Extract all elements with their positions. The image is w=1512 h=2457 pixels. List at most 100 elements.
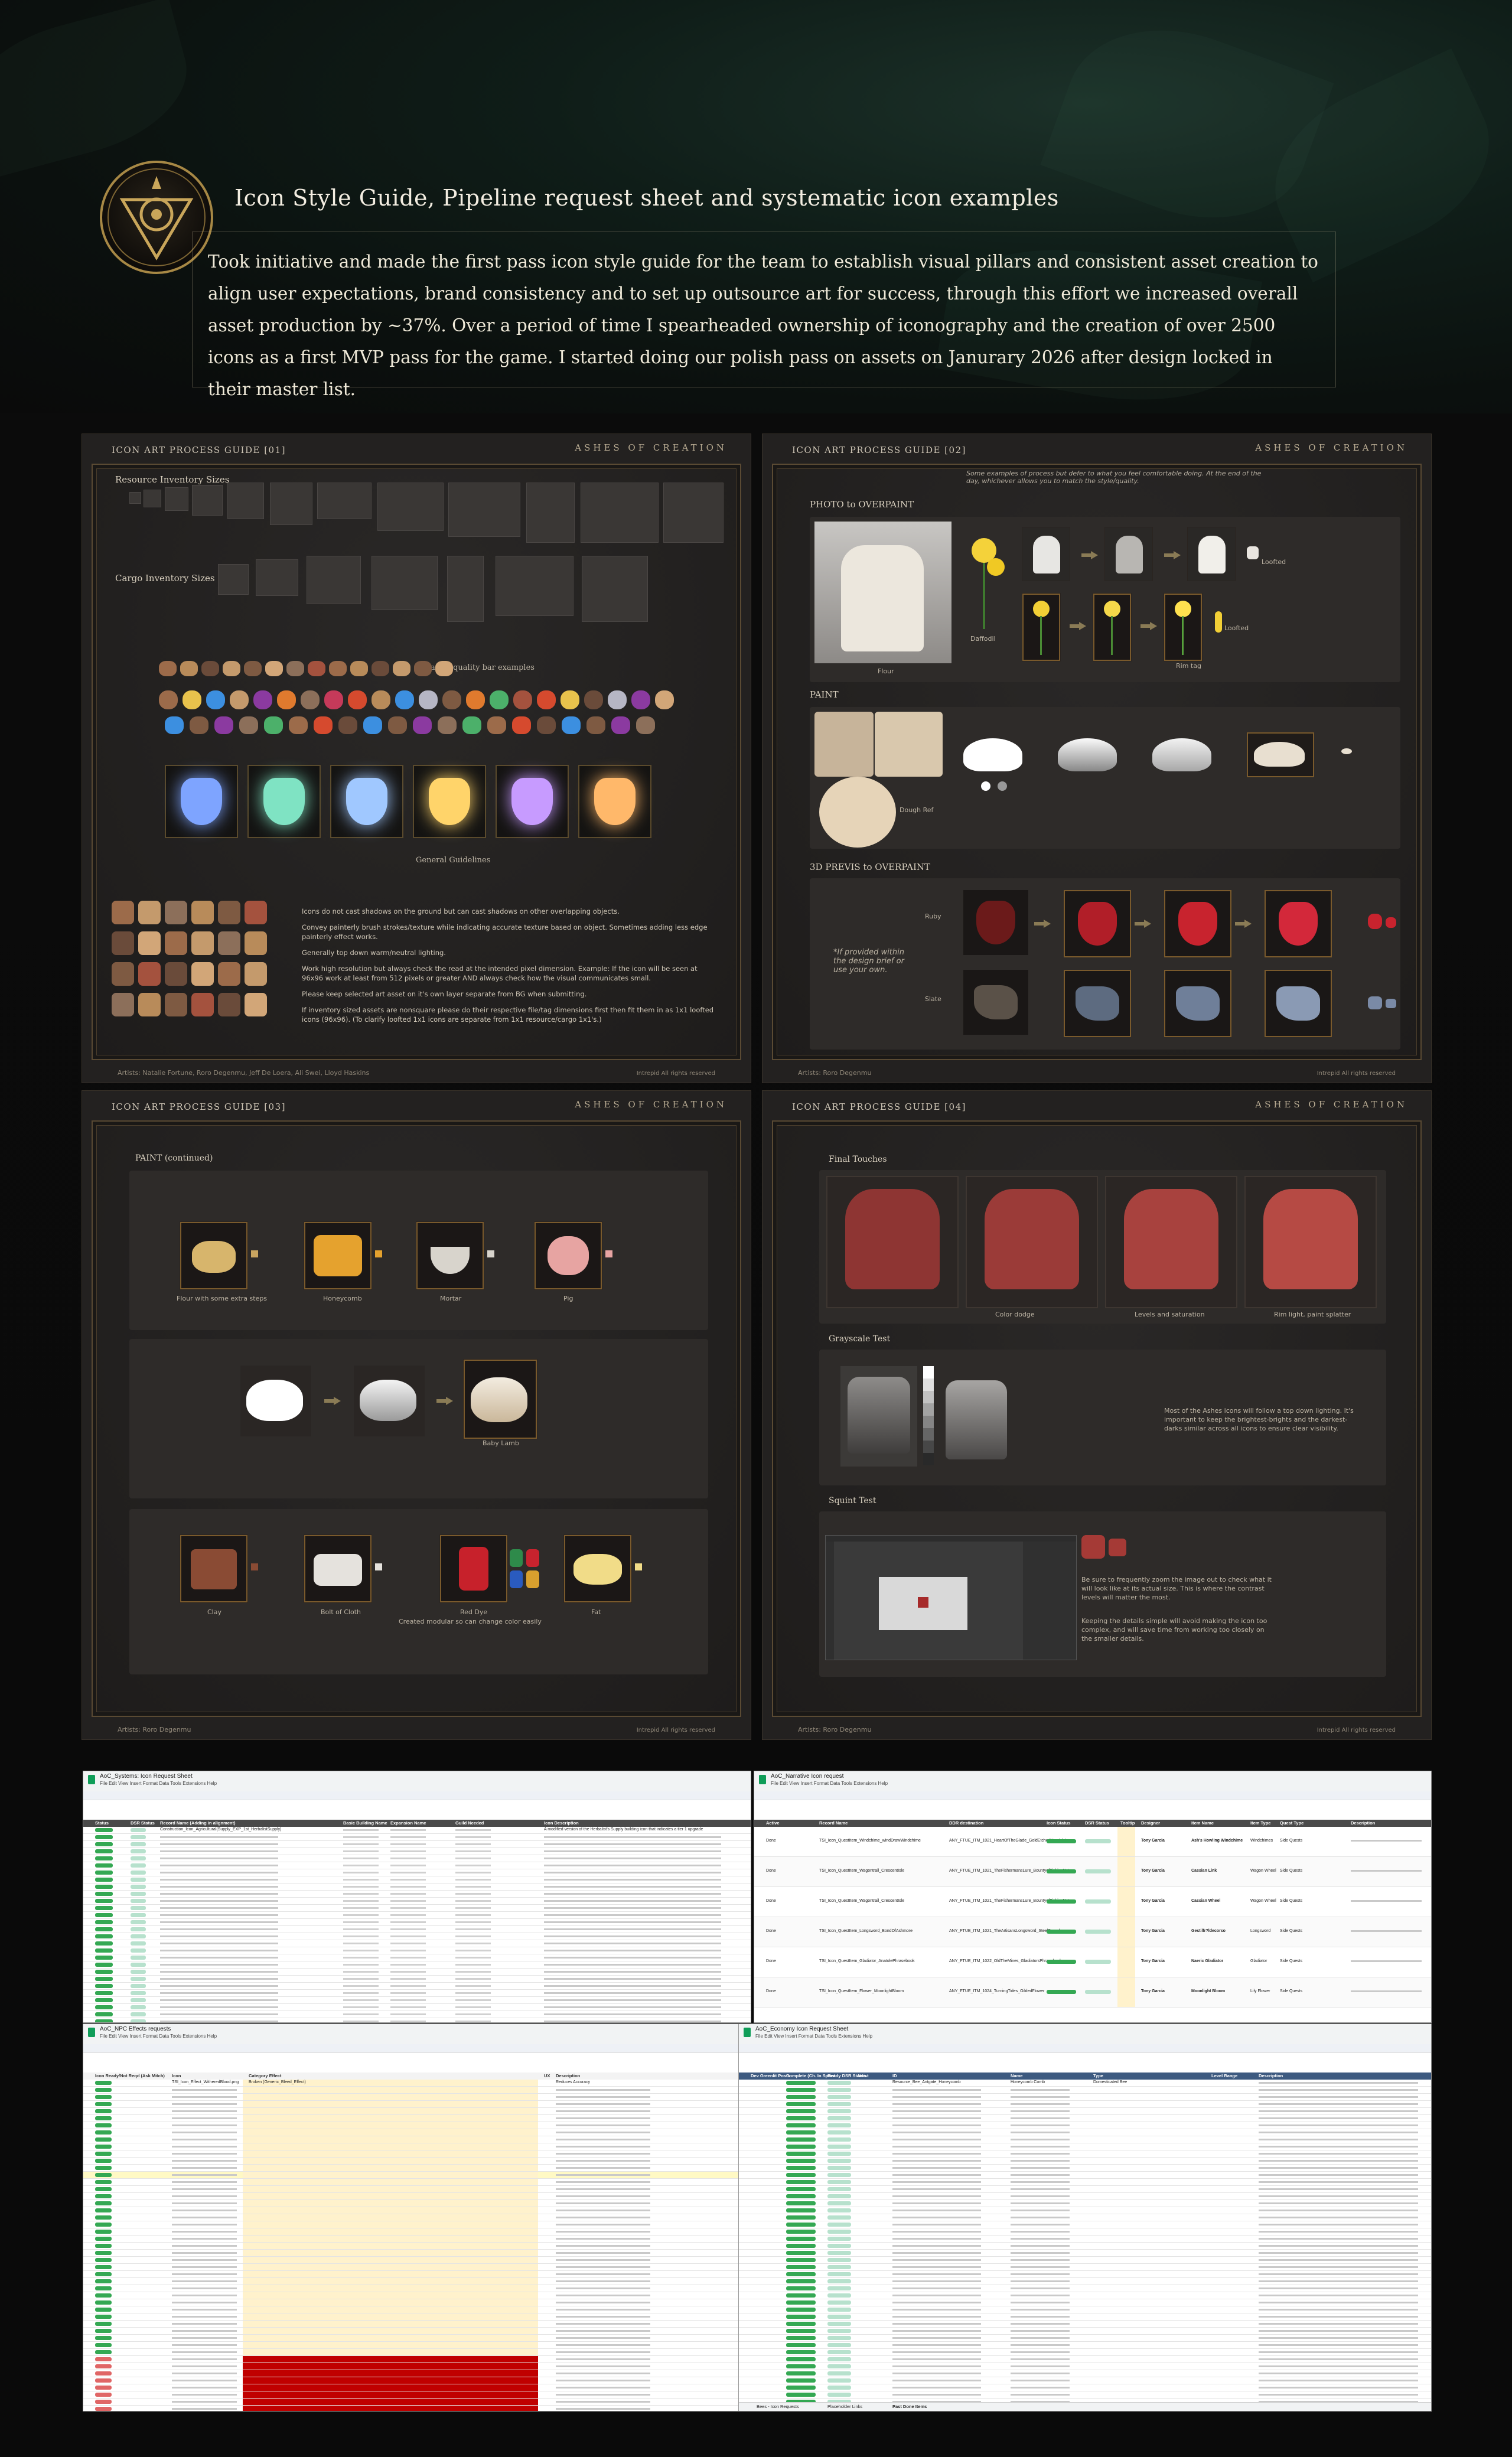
npc-effects-sheet[interactable]: AoC_NPC Effects requests File Edit View … [83, 2023, 751, 2412]
table-row[interactable] [739, 2228, 1431, 2236]
table-row[interactable] [83, 1876, 751, 1884]
table-row[interactable] [83, 1961, 751, 1969]
table-row[interactable] [83, 2150, 751, 2158]
table-row[interactable] [739, 2250, 1431, 2257]
table-row[interactable] [83, 1834, 751, 1841]
table-row[interactable] [739, 2306, 1431, 2313]
table-row[interactable] [83, 2165, 751, 2172]
table-row[interactable] [83, 2158, 751, 2165]
table-row[interactable] [83, 2370, 751, 2377]
table-row[interactable] [83, 2292, 751, 2299]
table-row[interactable] [739, 2108, 1431, 2115]
table-row[interactable] [83, 2136, 751, 2143]
table-row[interactable] [739, 2313, 1431, 2321]
sheet-title[interactable]: AoC_Narrative Icon request [771, 1773, 843, 1780]
table-row[interactable] [83, 2349, 751, 2356]
table-row[interactable] [739, 2299, 1431, 2306]
table-row[interactable] [83, 2264, 751, 2271]
table-row[interactable] [83, 2186, 751, 2193]
table-row[interactable] [83, 1954, 751, 1961]
table-row[interactable] [739, 2349, 1431, 2356]
table-row[interactable] [83, 2328, 751, 2335]
table-row[interactable]: Resource_Bee_Antgate_Honeycomb Honeycomb … [739, 2080, 1431, 2087]
table-row[interactable] [83, 2391, 751, 2399]
table-row[interactable] [83, 2087, 751, 2094]
table-row[interactable] [83, 2172, 751, 2179]
table-row[interactable] [739, 2129, 1431, 2136]
systems-request-sheet[interactable]: AoC_Systems: Icon Request Sheet File Edi… [83, 1771, 751, 2023]
table-row[interactable] [83, 2321, 751, 2328]
table-row[interactable] [83, 1933, 751, 1940]
table-row[interactable] [739, 2391, 1431, 2399]
table-row[interactable] [83, 1891, 751, 1898]
table-row[interactable]: Done TSI_Icon_QuestItem_Windchime_windDra… [754, 1827, 1431, 1857]
table-row[interactable] [739, 2193, 1431, 2200]
table-row[interactable] [83, 2243, 751, 2250]
table-row[interactable] [739, 2342, 1431, 2349]
formatting-toolbar[interactable] [739, 2044, 1431, 2053]
table-row[interactable] [83, 2228, 751, 2236]
table-row[interactable] [83, 1841, 751, 1848]
table-row[interactable] [83, 1990, 751, 1997]
table-row[interactable] [83, 2377, 751, 2384]
table-row[interactable] [739, 2150, 1431, 2158]
table-row[interactable] [739, 2377, 1431, 2384]
table-row[interactable] [739, 2328, 1431, 2335]
table-row[interactable] [83, 2018, 751, 2022]
table-row[interactable] [83, 1855, 751, 1862]
table-row[interactable] [739, 2278, 1431, 2285]
table-row[interactable] [83, 1926, 751, 1933]
sheet-menu[interactable]: File Edit View Insert Format Data Tools … [100, 1781, 217, 1786]
table-row[interactable] [739, 2243, 1431, 2250]
table-row[interactable] [83, 2207, 751, 2214]
table-row[interactable] [83, 2335, 751, 2342]
table-row[interactable] [83, 2399, 751, 2406]
table-row[interactable] [739, 2087, 1431, 2094]
sheet-menu[interactable]: File Edit View Insert Format Data Tools … [100, 2034, 217, 2039]
table-row[interactable] [83, 2129, 751, 2136]
table-row[interactable] [83, 2278, 751, 2285]
table-row[interactable] [83, 2306, 751, 2313]
table-row[interactable] [739, 2172, 1431, 2179]
table-row[interactable] [739, 2321, 1431, 2328]
table-row[interactable] [739, 2207, 1431, 2214]
table-row[interactable] [83, 2115, 751, 2122]
table-row[interactable] [83, 2143, 751, 2150]
sheet-title[interactable]: AoC_NPC Effects requests [100, 2026, 171, 2032]
table-row[interactable] [83, 1983, 751, 1990]
table-row[interactable] [739, 2143, 1431, 2150]
table-row[interactable] [739, 2335, 1431, 2342]
table-row[interactable] [739, 2271, 1431, 2278]
sheet-menu[interactable]: File Edit View Insert Format Data Tools … [771, 1781, 888, 1786]
table-row[interactable] [739, 2221, 1431, 2228]
table-row[interactable] [83, 2101, 751, 2108]
table-row[interactable] [83, 1947, 751, 1954]
table-row[interactable] [739, 2158, 1431, 2165]
table-row[interactable] [83, 1848, 751, 1855]
formatting-toolbar[interactable] [754, 1791, 1431, 1800]
sheet-tab[interactable]: Placeholder Links [827, 2404, 862, 2409]
table-row[interactable] [739, 2101, 1431, 2108]
table-row[interactable] [83, 1869, 751, 1876]
table-row[interactable] [739, 2186, 1431, 2193]
table-row[interactable] [739, 2370, 1431, 2377]
narrative-request-sheet[interactable]: AoC_Narrative Icon request File Edit Vie… [754, 1771, 1432, 2023]
table-row[interactable] [83, 2236, 751, 2243]
table-row[interactable] [83, 2200, 751, 2207]
table-row[interactable] [83, 2108, 751, 2115]
sheet-menu[interactable]: File Edit View Insert Format Data Tools … [755, 2034, 872, 2039]
formatting-toolbar[interactable] [83, 1791, 751, 1800]
table-row[interactable] [83, 2342, 751, 2349]
table-row[interactable] [739, 2214, 1431, 2221]
table-row[interactable] [83, 2221, 751, 2228]
table-row[interactable]: Done TSI_Icon_QuestItem_Wagontrail_Cresce… [754, 1857, 1431, 1887]
sheet-tab[interactable]: Bees - Icon Requests [757, 2404, 799, 2409]
table-row[interactable] [83, 2011, 751, 2018]
table-row[interactable] [739, 2200, 1431, 2207]
sheet-tab[interactable]: Past Done Items [892, 2404, 927, 2409]
table-row[interactable] [739, 2264, 1431, 2271]
table-row[interactable] [83, 1862, 751, 1869]
economy-request-sheet[interactable]: AoC_Economy Icon Request Sheet File Edit… [738, 2023, 1432, 2412]
table-row[interactable] [739, 2356, 1431, 2363]
table-row[interactable] [83, 2094, 751, 2101]
